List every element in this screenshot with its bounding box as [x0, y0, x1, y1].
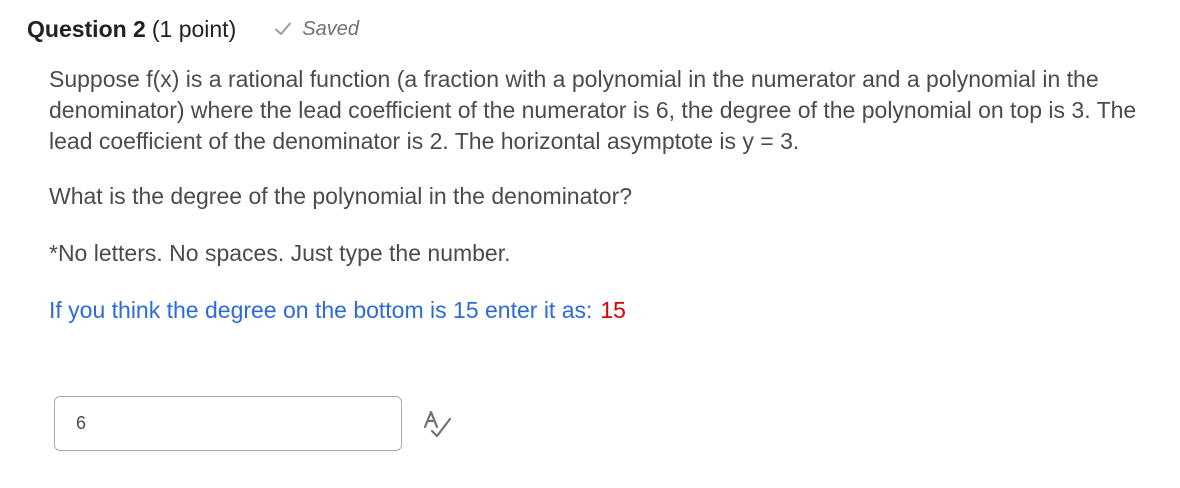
question-points: (1 point): [151, 15, 237, 42]
question-header: Question 2 (1 point) Saved: [27, 12, 359, 46]
question-name: Question 2: [27, 15, 146, 42]
example-note-text: If you think the degree on the bottom is…: [49, 297, 593, 323]
example-note: If you think the degree on the bottom is…: [49, 295, 1149, 326]
answer-instructions: *No letters. No spaces. Just type the nu…: [49, 240, 511, 266]
question-paragraph: Suppose f(x) is a rational function (a f…: [49, 66, 1137, 154]
example-value: 15: [600, 297, 626, 323]
answer-input[interactable]: [54, 396, 402, 451]
question-prompt: What is the degree of the polynomial in …: [49, 183, 633, 209]
question-title: Question 2 (1 point): [27, 16, 236, 43]
spell-check-icon[interactable]: [422, 409, 454, 439]
check-icon: [274, 20, 292, 38]
saved-status: Saved: [274, 18, 359, 41]
question-body: Suppose f(x) is a rational function (a f…: [49, 64, 1149, 326]
saved-label: Saved: [302, 17, 359, 40]
